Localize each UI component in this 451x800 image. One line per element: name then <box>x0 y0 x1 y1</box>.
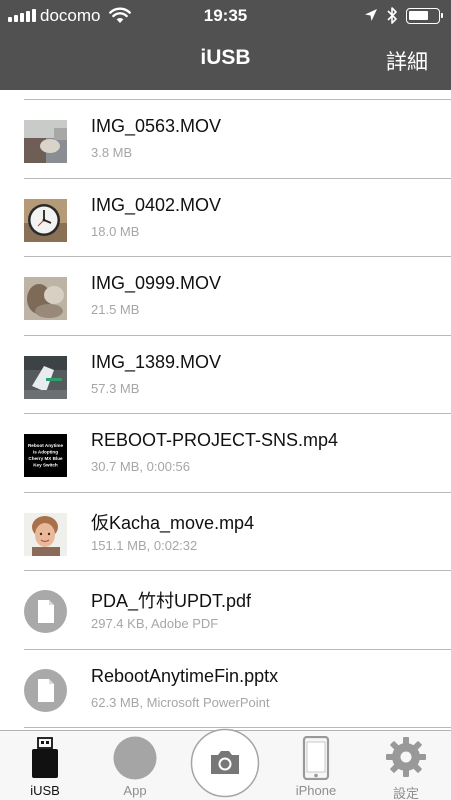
tab-label: 設定 <box>392 786 419 800</box>
file-name: IMG_0402.MOV <box>91 194 222 215</box>
file-row[interactable]: 仮Kacha_move.mp4 151.1 MB, 0:02:32 <box>0 493 451 571</box>
bluetooth-icon <box>387 7 397 24</box>
tab-label: iUSB <box>30 783 60 798</box>
file-meta: 30.7 MB, 0:00:56 <box>91 459 191 474</box>
file-row[interactable]: PDA_竹村UPDT.pdf 297.4 KB, Adobe PDF <box>0 571 451 650</box>
tab-iusb[interactable]: iUSB <box>0 731 90 800</box>
file-meta: 3.8 MB <box>91 145 133 160</box>
thumb-caption-line: Reboot Anytime <box>28 443 63 448</box>
tab-label: App <box>123 783 147 798</box>
thumb-caption-line: Cherry MX Blue <box>28 456 63 461</box>
tab-label: iPhone <box>295 783 337 798</box>
file-name: 仮Kacha_move.mp4 <box>91 512 255 533</box>
app-circle-icon <box>113 736 157 780</box>
portrait-thumbnail-icon <box>24 512 67 556</box>
video-thumbnail-icon <box>24 355 67 399</box>
file-meta: 62.3 MB, Microsoft PowerPoint <box>91 694 270 710</box>
document-icon <box>24 590 67 633</box>
file-row[interactable]: IMG_1389.MOV 57.3 MB <box>0 336 451 414</box>
file-row[interactable]: RebootAnytimeFin.pptx 62.3 MB, Microsoft… <box>0 650 451 728</box>
file-meta: 18.0 MB <box>91 223 140 239</box>
clock-thumbnail-icon <box>24 198 67 242</box>
usb-drive-icon <box>32 737 58 778</box>
file-name: RebootAnytimeFin.pptx <box>91 665 279 686</box>
detail-button[interactable]: 詳細 <box>386 46 428 76</box>
location-arrow-icon <box>365 9 377 21</box>
file-row[interactable]: Reboot Anytime is Adopting Cherry MX Blu… <box>0 414 451 493</box>
battery-icon <box>406 8 443 24</box>
document-icon <box>24 668 67 712</box>
status-time: 19:35 <box>203 6 248 25</box>
status-bar: docomo 19:35 <box>0 0 451 32</box>
battery-level <box>409 11 428 20</box>
file-name: IMG_0999.MOV <box>91 273 222 293</box>
thumb-caption-line: Key Switch <box>33 463 58 468</box>
header: docomo 19:35 iUSB 詳細 <box>0 0 451 90</box>
camera-icon <box>190 728 260 798</box>
tab-app[interactable]: App <box>90 731 180 800</box>
page-title: iUSB <box>200 46 251 69</box>
file-meta: 21.5 MB <box>91 302 140 317</box>
tab-settings[interactable]: 設定 <box>361 731 451 800</box>
file-row[interactable]: IMG_0563.MOV 3.8 MB <box>0 100 451 179</box>
file-meta: 151.1 MB, 0:02:32 <box>91 537 198 553</box>
video-thumbnail-icon: Reboot Anytime is Adopting Cherry MX Blu… <box>24 434 67 477</box>
file-meta: 57.3 MB <box>91 380 140 396</box>
file-meta: 297.4 KB, Adobe PDF <box>91 616 219 631</box>
file-list[interactable]: IMG_0563.MOV 3.8 MB IMG_0402.MOV 18.0 MB <box>0 90 451 730</box>
file-row[interactable]: IMG_0999.MOV 21.5 MB <box>0 257 451 336</box>
tab-bar: iUSB App iPhone 設定 <box>0 728 451 800</box>
iphone-icon <box>302 736 330 780</box>
video-thumbnail-icon <box>24 120 67 163</box>
file-name: PDA_竹村UPDT.pdf <box>91 591 252 611</box>
gear-icon <box>386 737 426 777</box>
tab-iphone[interactable]: iPhone <box>271 731 361 800</box>
thumb-caption-line: is Adopting <box>33 450 58 455</box>
file-row[interactable]: IMG_0402.MOV 18.0 MB <box>0 179 451 257</box>
file-name: IMG_1389.MOV <box>91 351 222 372</box>
video-thumbnail-icon <box>24 277 67 320</box>
file-name: REBOOT-PROJECT-SNS.mp4 <box>91 430 339 450</box>
tab-camera[interactable] <box>180 728 271 800</box>
file-name: IMG_0563.MOV <box>91 116 222 136</box>
